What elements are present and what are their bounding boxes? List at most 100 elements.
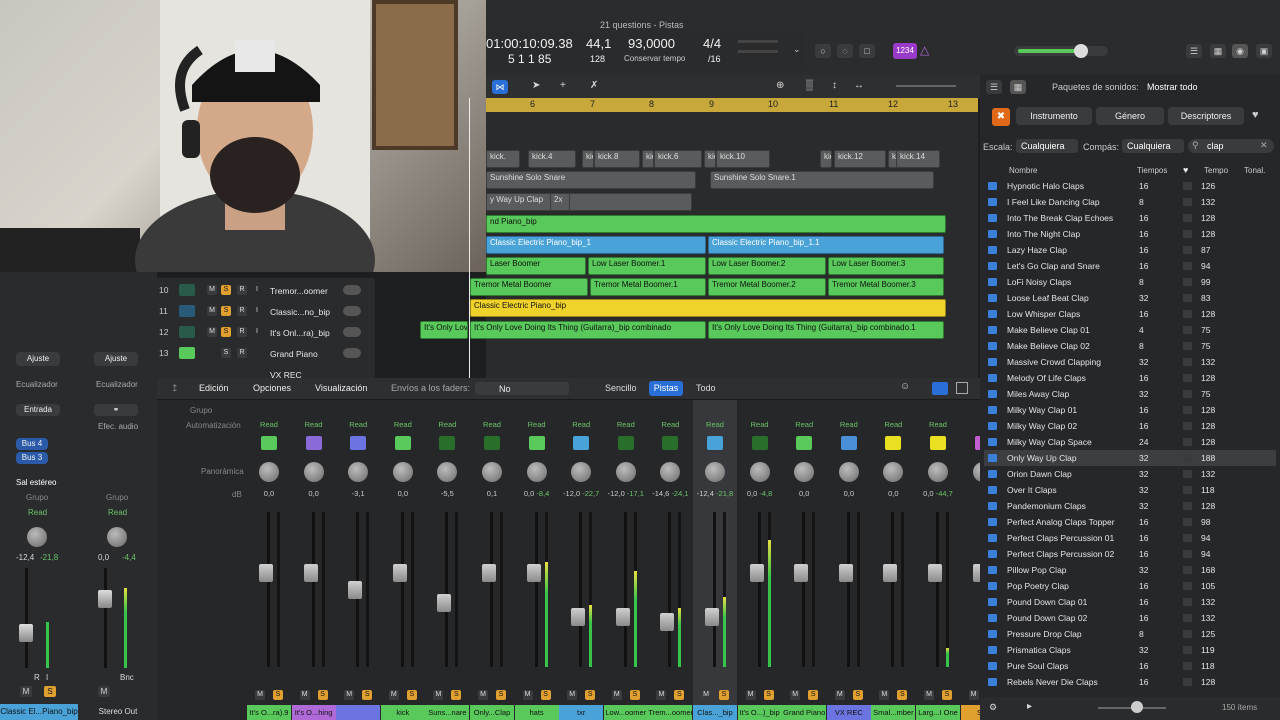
count-badge[interactable]: 1234	[893, 43, 917, 59]
send-bus3[interactable]: Bus 3	[16, 452, 48, 464]
send-bus4[interactable]: Bus 4	[16, 438, 48, 450]
volume-fader[interactable]	[571, 607, 586, 626]
favorite-checkbox[interactable]	[1183, 326, 1192, 334]
region[interactable]: kick.6	[654, 150, 702, 168]
pan-knob[interactable]	[482, 462, 502, 482]
scale-select[interactable]: Cualquiera	[1016, 139, 1078, 153]
volume-fader[interactable]	[883, 564, 898, 583]
mute-button[interactable]: M	[656, 690, 667, 700]
settings-button[interactable]: Ajuste	[94, 352, 138, 366]
channel-strip[interactable]: Read -12,4 -21,8 M S Clas..._bip	[693, 400, 737, 720]
solo-button[interactable]: S	[719, 690, 729, 700]
region[interactable]: Tremor Metal Boomer	[470, 278, 588, 296]
favorite-checkbox[interactable]	[1183, 374, 1192, 382]
pan-knob[interactable]	[794, 462, 815, 482]
loop-row[interactable]: Pandemonium Claps 32 128	[984, 498, 1276, 514]
region[interactable]: kic	[820, 150, 832, 168]
pointer-tool-icon[interactable]: ➤	[532, 80, 540, 91]
loop-row[interactable]: Milky Way Clap 01 16 128	[984, 402, 1276, 418]
browser-list-icon[interactable]: ☰	[986, 80, 1002, 94]
settings-gear-icon[interactable]: ⚙	[989, 702, 997, 713]
favorite-checkbox[interactable]	[1183, 518, 1192, 526]
channel-name[interactable]: Only...Clap	[470, 705, 514, 720]
automation-mode[interactable]: Read	[478, 420, 506, 429]
loop-row[interactable]: Orion Dawn Clap 32 132	[984, 466, 1276, 482]
metronome-icon[interactable]: ◌	[837, 44, 853, 58]
favorite-checkbox[interactable]	[1183, 630, 1192, 638]
loop-row[interactable]: Perfect Claps Percussion 02 16 94	[984, 546, 1276, 562]
volume-fader[interactable]	[303, 564, 318, 583]
master-volume-knob[interactable]	[1074, 44, 1088, 58]
search-field[interactable]: ⚲ clap ✕	[1188, 139, 1274, 153]
track-header[interactable]: VX REC	[157, 364, 375, 378]
instrument-icon[interactable]	[528, 436, 545, 450]
favorite-checkbox[interactable]	[1183, 646, 1192, 654]
tuner-icon[interactable]: ○	[815, 44, 831, 58]
bounce-button[interactable]: Bnc	[120, 673, 134, 682]
instrument-icon[interactable]	[305, 436, 322, 450]
instrument-icon[interactable]	[261, 436, 277, 450]
channel-name[interactable]: Grand Piano	[782, 705, 827, 720]
loop-row[interactable]: Loose Leaf Beat Clap 32 83	[984, 290, 1276, 306]
region[interactable]: kic	[582, 150, 594, 168]
automation-mode[interactable]: Read	[255, 420, 283, 429]
input-monitor-button[interactable]: I	[46, 673, 48, 682]
mute-button[interactable]: M	[207, 306, 217, 316]
instrument-icon[interactable]	[885, 436, 902, 450]
speaker-icon[interactable]: ▸	[1027, 701, 1032, 712]
view-sencillo[interactable]: Sencillo	[605, 383, 637, 393]
channel-strip[interactable]: Read 0,0 M S Grand Piano	[782, 400, 827, 720]
loop-row[interactable]: Pillow Pop Clap 32 168	[984, 562, 1276, 578]
audio-fx-slot[interactable]: Efec. audio	[98, 422, 138, 431]
solo-button[interactable]: S	[221, 285, 231, 295]
chevron-down-icon[interactable]: ⌄	[793, 44, 801, 55]
signature-select[interactable]: Cualquiera	[1122, 139, 1184, 153]
solo-button[interactable]: S	[221, 348, 231, 358]
loop-row[interactable]: Low Whisper Claps 16 128	[984, 306, 1276, 322]
solo-button[interactable]: S	[852, 690, 863, 700]
bar-ruler[interactable]: 6 7 8 9 10 11 12 13	[486, 98, 978, 112]
sound-packs-select[interactable]: Mostrar todo	[1147, 82, 1198, 92]
browser-grid-icon[interactable]: ▦	[1010, 80, 1026, 94]
channel-name[interactable]: VX REC	[826, 705, 871, 720]
region[interactable]: Tremor Metal Boomer.1	[590, 278, 706, 296]
favorite-checkbox[interactable]	[1183, 230, 1192, 238]
region[interactable]: Classic Electric Piano_bip_1.1	[708, 236, 944, 254]
mute-button[interactable]: M	[478, 690, 488, 700]
channel-strip[interactable]: Read 0,0 -4,8 M S It's O...)_bip	[737, 400, 782, 720]
region[interactable]: It's Only Lov	[420, 321, 468, 339]
col-nombre[interactable]: Nombre	[1009, 166, 1037, 175]
group-slot[interactable]: Grupo	[106, 493, 128, 502]
channel-name[interactable]: hats	[514, 705, 559, 720]
channel-name[interactable]: kick	[380, 705, 425, 720]
menu-opciones[interactable]: Opciones	[253, 383, 291, 393]
solo-button[interactable]: S	[451, 690, 462, 700]
loop-row[interactable]: Milky Way Clap 02 16 128	[984, 418, 1276, 434]
sends-on-faders-select[interactable]: No	[475, 382, 569, 395]
favorite-checkbox[interactable]	[1183, 422, 1192, 430]
zoom-slider[interactable]	[896, 85, 956, 87]
region[interactable]: Sunshine Solo Snare.1	[710, 171, 934, 189]
solo-button[interactable]: S	[763, 690, 774, 700]
channel-name[interactable]: It's O...hing	[291, 705, 336, 720]
mute-button[interactable]: M	[433, 690, 444, 700]
favorite-checkbox[interactable]	[1183, 182, 1192, 190]
channel-strip[interactable]: Read 0,0 M S It's O...ra).9	[247, 400, 291, 720]
instrument-icon[interactable]	[930, 436, 946, 450]
channel-name[interactable]: It's O...)_bip	[737, 705, 782, 720]
loop-row[interactable]: Into The Night Clap 16 128	[984, 226, 1276, 242]
pan-knob[interactable]	[303, 462, 324, 482]
channel-name[interactable]: Clas..._bip	[693, 705, 737, 720]
channel-name[interactable]: Stereo Out	[80, 704, 156, 720]
loop-row[interactable]: Into The Break Clap Echoes 16 128	[984, 210, 1276, 226]
favorite-checkbox[interactable]	[1183, 582, 1192, 590]
waveform-zoom-icon[interactable]: ▒	[806, 80, 813, 91]
favorite-checkbox[interactable]	[1183, 310, 1192, 318]
solo-button[interactable]: S	[942, 690, 952, 700]
region[interactable]: kick.4	[528, 150, 576, 168]
solo-button[interactable]: S	[273, 690, 283, 700]
record-button[interactable]: R	[237, 285, 247, 295]
list-editors-icon[interactable]: ☰	[1186, 44, 1202, 58]
favorite-checkbox[interactable]	[1183, 246, 1192, 254]
mute-button[interactable]: M	[344, 690, 355, 700]
